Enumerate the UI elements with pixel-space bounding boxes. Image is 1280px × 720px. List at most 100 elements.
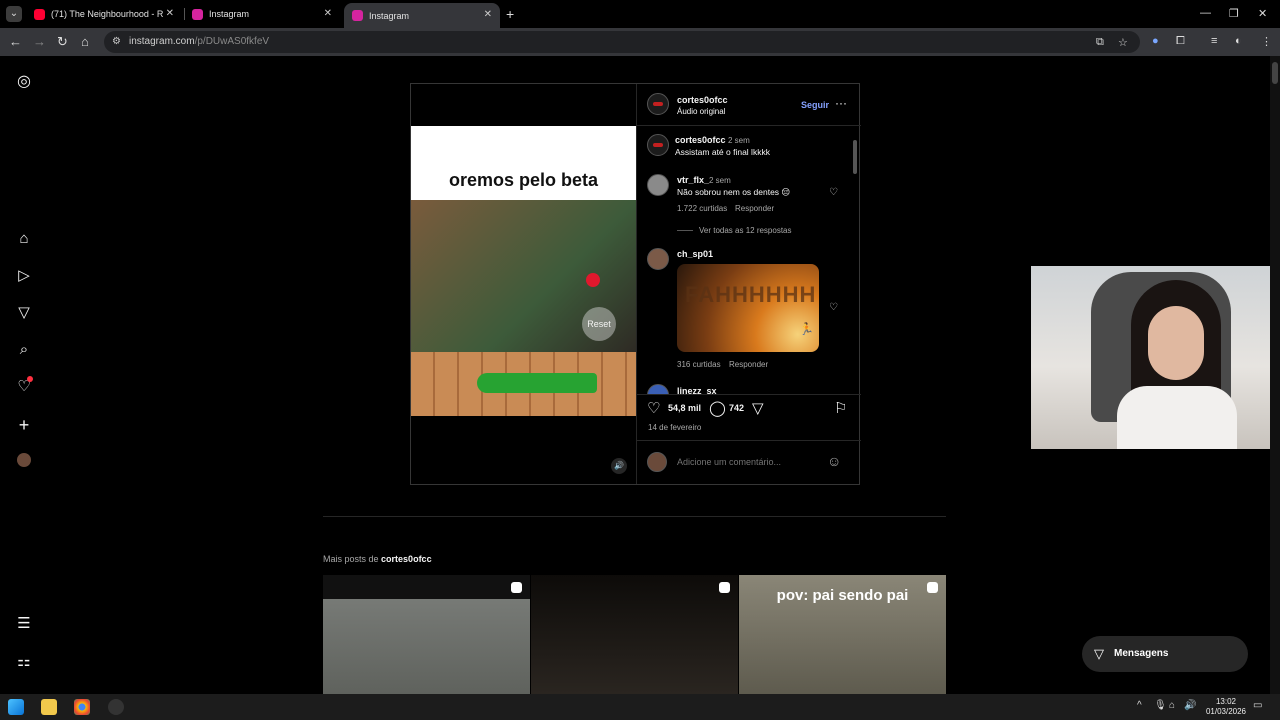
direct-send-icon: ▽ [1094, 646, 1104, 661]
youtube-favicon-icon [34, 8, 45, 20]
reset-overlay-button: Reset [582, 307, 616, 341]
comment-username[interactable]: linezz_sx [677, 386, 717, 394]
file-explorer-icon[interactable] [41, 699, 57, 715]
comment-gif[interactable]: FAHHHHHH 🏃 [677, 264, 819, 352]
tab-instagram-active[interactable]: Instagram ✕ [344, 3, 500, 28]
comment-username[interactable]: ch_sp01 [677, 249, 713, 259]
reels-icon[interactable]: ▷ [15, 267, 33, 285]
also-from-meta-icon[interactable]: ⚏ [15, 653, 33, 671]
reel-video[interactable]: oremos pelo beta Reset 🔊 [411, 84, 636, 484]
tab-search-dropdown-icon[interactable]: ⌄ [6, 6, 22, 22]
microphone-icon[interactable]: 🎙 [1154, 700, 1167, 711]
more-post-thumb-1[interactable] [323, 575, 530, 694]
reload-icon[interactable]: ↻ [57, 34, 68, 50]
comment-avatar[interactable] [647, 134, 669, 156]
comment-likes[interactable]: 1.722 curtidas [677, 204, 727, 213]
view-replies-button[interactable]: Ver todas as 12 respostas [699, 226, 792, 235]
comment-like-heart-icon[interactable]: ♡ [829, 187, 838, 198]
more-post-thumb-3[interactable]: pov: pai sendo pai [739, 575, 946, 694]
follow-button[interactable]: Seguir [801, 100, 829, 110]
url-text[interactable]: instagram.com/p/DUwAS0fkfeV [129, 36, 269, 47]
tab-youtube[interactable]: (71) The Neighbourhood - Refle ✕ [26, 4, 182, 24]
notifications-heart-icon[interactable]: ♡ [15, 376, 33, 396]
like-heart-icon[interactable]: ♡ [647, 399, 660, 417]
comment-username[interactable]: cortes0ofcc [675, 135, 726, 145]
chrome-icon[interactable] [74, 699, 90, 715]
instagram-favicon-icon [352, 10, 363, 21]
notification-dot [27, 376, 33, 382]
profile-extension-icon[interactable]: ● [1152, 35, 1159, 47]
close-tab-icon[interactable]: ✕ [166, 8, 174, 19]
tab-instagram-1[interactable]: Instagram ✕ [184, 4, 340, 24]
share-icon[interactable]: ▽ [752, 399, 764, 417]
comment-icon[interactable]: ◯ [709, 399, 726, 417]
author-avatar[interactable] [647, 93, 669, 115]
green-bottle [477, 373, 597, 393]
close-window-icon[interactable]: ✕ [1258, 7, 1267, 20]
tab-title: (71) The Neighbourhood - Refle [51, 9, 163, 19]
minimize-icon[interactable]: — [1200, 7, 1211, 19]
media-control-icon[interactable]: ≡ [1211, 35, 1217, 47]
back-arrow-icon[interactable]: ← [9, 34, 22, 49]
viewer-avatar [647, 452, 667, 472]
more-posts-username[interactable]: cortes0ofcc [381, 554, 432, 564]
audio-label[interactable]: Áudio original [677, 107, 725, 116]
profile-avatar-icon[interactable]: ◐ [1235, 35, 1242, 47]
thumb-caption: pov: pai sendo pai [776, 587, 909, 604]
close-tab-icon[interactable]: ✕ [484, 9, 492, 20]
more-options-icon[interactable]: ··· [835, 96, 847, 110]
bookmark-star-icon[interactable]: ☆ [1118, 36, 1128, 49]
author-username[interactable]: cortes0ofcc [677, 95, 728, 105]
reply-button[interactable]: Responder [729, 360, 768, 369]
post-side-panel: cortes0ofcc Áudio original Seguir ··· co… [636, 84, 861, 484]
more-menu-icon[interactable]: ☰ [15, 615, 33, 633]
network-icon[interactable]: ⌂ [1169, 700, 1175, 711]
tab-title: Instagram [209, 9, 250, 19]
close-tab-icon[interactable]: ✕ [324, 8, 332, 19]
post-header: cortes0ofcc Áudio original Seguir ··· [637, 84, 861, 126]
create-plus-icon[interactable]: + [15, 416, 33, 434]
post-container: oremos pelo beta Reset 🔊 cortes0ofcc Áud… [410, 83, 861, 485]
forward-arrow-icon[interactable]: → [33, 34, 46, 49]
taskbar-clock[interactable]: 13:02 01/03/2026 [1196, 697, 1256, 717]
profile-avatar[interactable] [15, 453, 33, 471]
direct-send-icon[interactable]: ▽ [15, 304, 33, 322]
comment-avatar[interactable] [647, 248, 669, 270]
extensions-icon[interactable]: ⧠ [1176, 35, 1185, 48]
volume-icon[interactable]: 🔊 [1184, 700, 1196, 711]
post-actions: ♡ 54,8 mil ◯ 742 ▽ ⚐ 14 de fevereiro [637, 394, 861, 438]
comment-avatar[interactable] [647, 174, 669, 196]
browser-tab-bar: ⌄ (71) The Neighbourhood - Refle ✕ Insta… [0, 0, 1280, 28]
instagram-logo-icon[interactable]: ◎ [15, 73, 33, 91]
new-tab-icon[interactable]: + [506, 6, 514, 22]
post-date[interactable]: 14 de fevereiro [648, 423, 701, 432]
add-comment-input[interactable]: Adicione um comentário... [677, 457, 781, 467]
notifications-icon[interactable]: ▭ [1253, 700, 1262, 711]
comment-username[interactable]: vtr_flx_ [677, 175, 709, 185]
site-info-icon[interactable]: ⚙ [112, 36, 121, 47]
install-app-icon[interactable]: ⧉ [1096, 36, 1104, 49]
comment-avatar[interactable] [647, 384, 669, 394]
likes-count[interactable]: 54,8 mil [668, 403, 701, 413]
comments-scrollbar[interactable] [851, 130, 859, 392]
home-icon[interactable]: ⌂ [15, 230, 33, 248]
messages-button[interactable]: ▽ Mensagens [1082, 636, 1248, 672]
comment-like-heart-icon[interactable]: ♡ [829, 302, 838, 313]
address-bar[interactable]: ⚙ instagram.com/p/DUwAS0fkfeV ⧉ ☆ [104, 31, 1140, 53]
comment-likes[interactable]: 316 curtidas [677, 360, 721, 369]
tray-chevron-icon[interactable]: ^ [1137, 700, 1142, 711]
reply-button[interactable]: Responder [735, 204, 774, 213]
page-scrollbar[interactable] [1270, 56, 1280, 694]
comments-list: cortes0ofcc 2 sem Assistam até o final l… [637, 126, 861, 394]
home-icon[interactable]: ⌂ [81, 34, 89, 49]
menu-dots-icon[interactable]: ⋮ [1261, 35, 1272, 48]
search-icon[interactable]: ⌕ [15, 341, 33, 359]
more-post-thumb-2[interactable] [531, 575, 738, 694]
audio-toggle-icon[interactable]: 🔊 [611, 458, 627, 474]
emoji-picker-icon[interactable]: ☺ [827, 453, 841, 469]
comments-count: 742 [729, 403, 745, 413]
windows-start-icon[interactable] [8, 699, 24, 715]
restore-icon[interactable]: ❐ [1229, 7, 1239, 20]
obs-icon[interactable] [108, 699, 124, 715]
save-bookmark-icon[interactable]: ⚐ [834, 399, 847, 417]
